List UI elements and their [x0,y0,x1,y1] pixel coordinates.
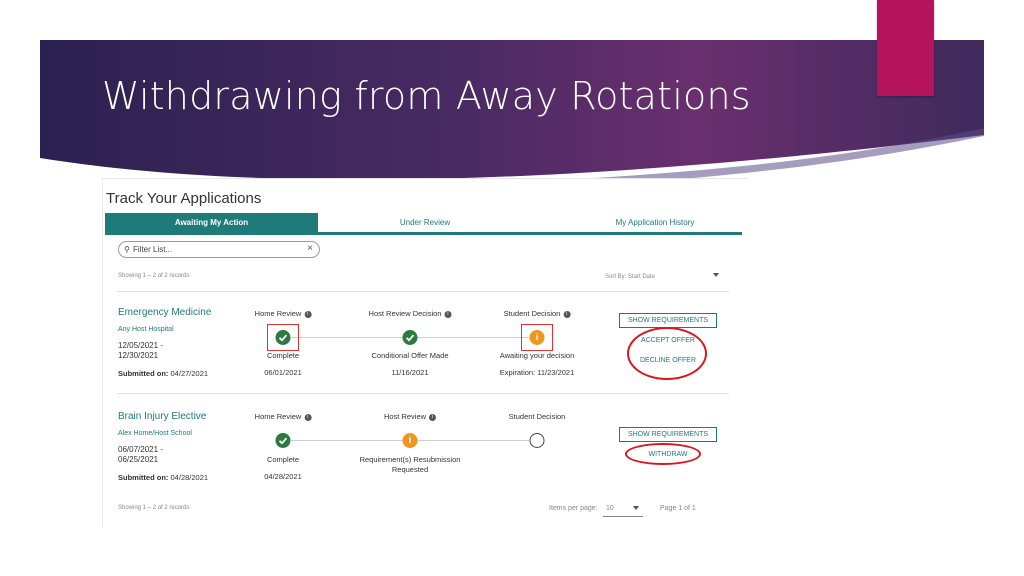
records-count: Showing 1 – 2 of 2 records [118,273,190,279]
step-date: 04/28/2021 [264,472,302,481]
row-divider [117,291,729,292]
info-icon[interactable]: i [304,311,312,318]
step-status: Awaiting your decision [499,351,575,360]
row-divider [117,393,729,394]
records-count: Showing 1 – 2 of 2 records [118,505,190,511]
step-status: Complete [266,351,300,360]
chevron-down-icon[interactable] [713,273,719,277]
clear-icon[interactable]: × [307,243,313,254]
check-circle-icon [402,330,418,345]
highlight-box [267,324,299,351]
application-tracker-screenshot: Track Your Applications Awaiting My Acti… [102,178,748,528]
select-underline [603,516,643,517]
chevron-down-icon[interactable] [633,506,639,510]
empty-circle-icon [529,433,545,448]
tab-awaiting-my-action[interactable]: Awaiting My Action [105,213,318,233]
items-per-page-select[interactable]: 10 [606,505,614,512]
info-icon[interactable]: i [304,414,312,421]
highlight-ellipse [625,443,701,465]
search-icon: ⚲ [124,245,130,254]
tab-under-review[interactable]: Under Review [375,213,475,233]
page-title: Track Your Applications [106,190,262,207]
show-requirements-button[interactable]: SHOW REQUIREMENTS [619,427,717,442]
step-label: Host Review Decision i [369,309,452,318]
step-label: Home Review i [255,309,312,318]
highlight-box [521,324,553,351]
step-date: 11/16/2021 [391,368,429,377]
info-circle-icon: i [402,433,418,448]
row-title[interactable]: Brain Injury Elective [118,411,206,422]
row-title[interactable]: Emergency Medicine [118,307,211,318]
step-status: Conditional Offer Made [371,351,449,360]
slide-title: Withdrawing from Away Rotations [102,74,751,118]
step-status: Complete [266,455,300,464]
filter-input[interactable]: ⚲ Filter List... × [118,241,320,258]
step-label: Home Review i [255,412,312,421]
row-date-start: 12/05/2021 - [118,341,163,350]
check-circle-icon [275,433,291,448]
row-host: Alex Home/Host School [118,430,192,437]
sort-select[interactable]: Sort By: Start Date [605,274,655,280]
show-requirements-button[interactable]: SHOW REQUIREMENTS [619,313,717,328]
page-indicator: Page 1 of 1 [660,505,696,512]
row-date-end: 06/25/2021 [118,455,159,464]
step-date: Requested [391,465,429,474]
step-date: Expiration: 11/23/2021 [499,368,575,377]
step-label: Student Decision [508,412,566,421]
row-submitted: Submitted on: 04/27/2021 [118,369,209,378]
info-icon[interactable]: i [563,311,571,318]
info-icon[interactable]: i [444,311,452,318]
info-icon[interactable]: i [429,414,437,421]
step-label: Host Review i [384,412,437,421]
step-label: Student Decision i [504,309,571,318]
highlight-ellipse [627,327,707,380]
row-host: Any Host Hospital [118,326,174,333]
step-date: 06/01/2021 [264,368,302,377]
accent-tab [877,0,934,96]
filter-placeholder: Filter List... [133,245,173,254]
items-per-page-label: Items per page: [549,505,598,512]
tab-application-history[interactable]: My Application History [575,213,735,233]
row-date-start: 06/07/2021 - [118,445,163,454]
row-date-end: 12/30/2021 [118,351,159,360]
row-submitted: Submitted on: 04/28/2021 [118,473,209,482]
step-status: Requirement(s) Resubmission [359,455,461,464]
tab-bar: Awaiting My Action Under Review My Appli… [105,213,742,235]
